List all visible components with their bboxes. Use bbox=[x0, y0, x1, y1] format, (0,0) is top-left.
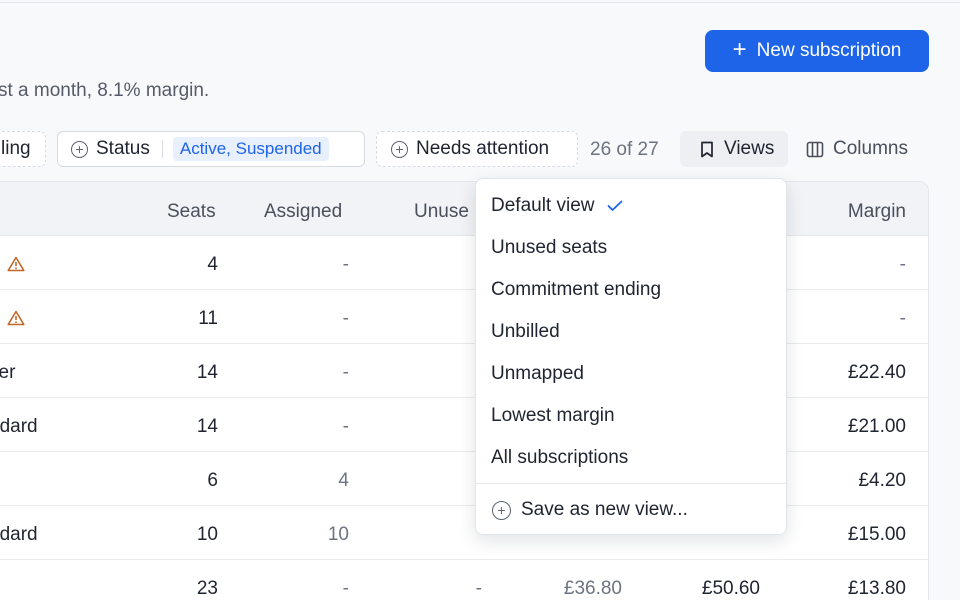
warning-triangle-icon bbox=[6, 310, 25, 326]
product-name-cell: c bbox=[0, 254, 25, 276]
product-name-cell: ndard bbox=[0, 524, 38, 545]
plus-circle-icon: + bbox=[492, 500, 511, 520]
plus-circle-icon: + bbox=[71, 140, 88, 158]
menu-item-default-view[interactable]: Default view bbox=[491, 195, 623, 217]
margin-cell: £22.40 bbox=[847, 362, 906, 383]
chip-divider bbox=[161, 140, 163, 158]
views-button[interactable]: Views bbox=[680, 131, 788, 167]
menu-item-all-subscriptions[interactable]: All subscriptions bbox=[491, 447, 628, 469]
margin-cell: - bbox=[899, 308, 906, 329]
margin-cell: £13.80 bbox=[847, 578, 906, 599]
price-cell: £50.60 bbox=[701, 578, 760, 599]
subscriptions-table: Seats Assigned Unuse Margin c 4 - - c 11… bbox=[0, 181, 929, 600]
menu-item-label: Default view bbox=[491, 195, 595, 216]
unused-cell: - bbox=[475, 578, 482, 599]
product-name-cell: ndard bbox=[0, 416, 38, 437]
assigned-cell: 10 bbox=[327, 524, 349, 545]
table-row[interactable]: ndard 10 10 £15.00 bbox=[0, 506, 928, 560]
table-row[interactable]: c 11 - - bbox=[0, 290, 928, 344]
assigned-cell: - bbox=[342, 362, 349, 383]
column-header-seats[interactable]: Seats bbox=[167, 201, 216, 223]
status-filter-label: Status bbox=[96, 138, 150, 159]
column-header-assigned[interactable]: Assigned bbox=[264, 201, 342, 223]
seats-cell: 4 bbox=[207, 254, 218, 275]
needs-attention-chip[interactable]: + Needs attention bbox=[376, 131, 578, 167]
column-header-unused[interactable]: Unuse bbox=[414, 201, 469, 223]
menu-item-unused-seats[interactable]: Unused seats bbox=[491, 237, 607, 259]
assigned-cell: - bbox=[342, 308, 349, 329]
seats-cell: 11 bbox=[198, 308, 218, 329]
status-filter-value: Active, Suspended bbox=[172, 137, 329, 161]
seats-cell: 14 bbox=[196, 362, 218, 383]
cost-cell: £36.80 bbox=[563, 578, 622, 599]
margin-cell: £21.00 bbox=[847, 416, 906, 437]
columns-button[interactable]: Columns bbox=[806, 131, 908, 167]
table-row[interactable]: ndard 14 - £21.00 bbox=[0, 398, 928, 452]
seats-cell: 14 bbox=[196, 416, 218, 437]
assigned-cell: 4 bbox=[338, 470, 349, 491]
assigned-cell: - bbox=[342, 578, 349, 599]
columns-label: Columns bbox=[833, 138, 908, 159]
table-row[interactable]: ser 14 - £22.40 bbox=[0, 344, 928, 398]
save-as-new-view-button[interactable]: + Save as new view... bbox=[492, 499, 688, 521]
billing-filter-chip[interactable]: ling bbox=[0, 131, 46, 167]
product-name-cell: c bbox=[0, 308, 25, 330]
seats-cell: 23 bbox=[196, 578, 218, 599]
check-icon bbox=[607, 200, 622, 211]
new-subscription-button[interactable]: + New subscription bbox=[705, 30, 929, 72]
plus-circle-icon: + bbox=[391, 140, 408, 158]
status-filter-chip[interactable]: + Status Active, Suspended bbox=[57, 131, 365, 167]
menu-divider bbox=[476, 483, 786, 484]
menu-item-unmapped[interactable]: Unmapped bbox=[491, 363, 584, 385]
billing-filter-label: ling bbox=[1, 138, 31, 159]
margin-cell: £4.20 bbox=[858, 470, 906, 491]
seats-cell: 6 bbox=[207, 470, 218, 491]
menu-item-commitment-ending[interactable]: Commitment ending bbox=[491, 279, 661, 301]
page-subtitle: st a month, 8.1% margin. bbox=[0, 80, 210, 101]
new-subscription-label: New subscription bbox=[756, 40, 902, 61]
warning-triangle-icon bbox=[6, 256, 25, 272]
column-header-margin[interactable]: Margin bbox=[848, 201, 906, 223]
top-divider bbox=[0, 0, 960, 3]
menu-item-lowest-margin[interactable]: Lowest margin bbox=[491, 405, 615, 427]
menu-item-unbilled[interactable]: Unbilled bbox=[491, 321, 560, 343]
table-row[interactable]: c 4 - - bbox=[0, 236, 928, 290]
table-row[interactable]: 23 - - £36.80 £50.60 £13.80 bbox=[0, 560, 928, 600]
views-label: Views bbox=[724, 138, 775, 159]
views-dropdown-menu: Default view Unused seats Commitment end… bbox=[475, 178, 787, 535]
table-header: Seats Assigned Unuse Margin bbox=[0, 182, 928, 236]
product-name-cell: ser bbox=[0, 362, 16, 383]
needs-attention-label: Needs attention bbox=[416, 138, 550, 159]
margin-cell: £15.00 bbox=[847, 524, 906, 545]
assigned-cell: - bbox=[342, 416, 349, 437]
plus-icon: + bbox=[732, 36, 747, 63]
margin-cell: - bbox=[899, 254, 906, 275]
bookmark-icon bbox=[701, 141, 713, 157]
seats-cell: 10 bbox=[196, 524, 218, 545]
columns-icon bbox=[806, 141, 824, 157]
save-as-new-view-label: Save as new view... bbox=[521, 499, 688, 520]
result-count: 26 of 27 bbox=[590, 139, 659, 160]
table-row[interactable]: c 6 4 £4.20 bbox=[0, 452, 928, 506]
assigned-cell: - bbox=[342, 254, 349, 275]
